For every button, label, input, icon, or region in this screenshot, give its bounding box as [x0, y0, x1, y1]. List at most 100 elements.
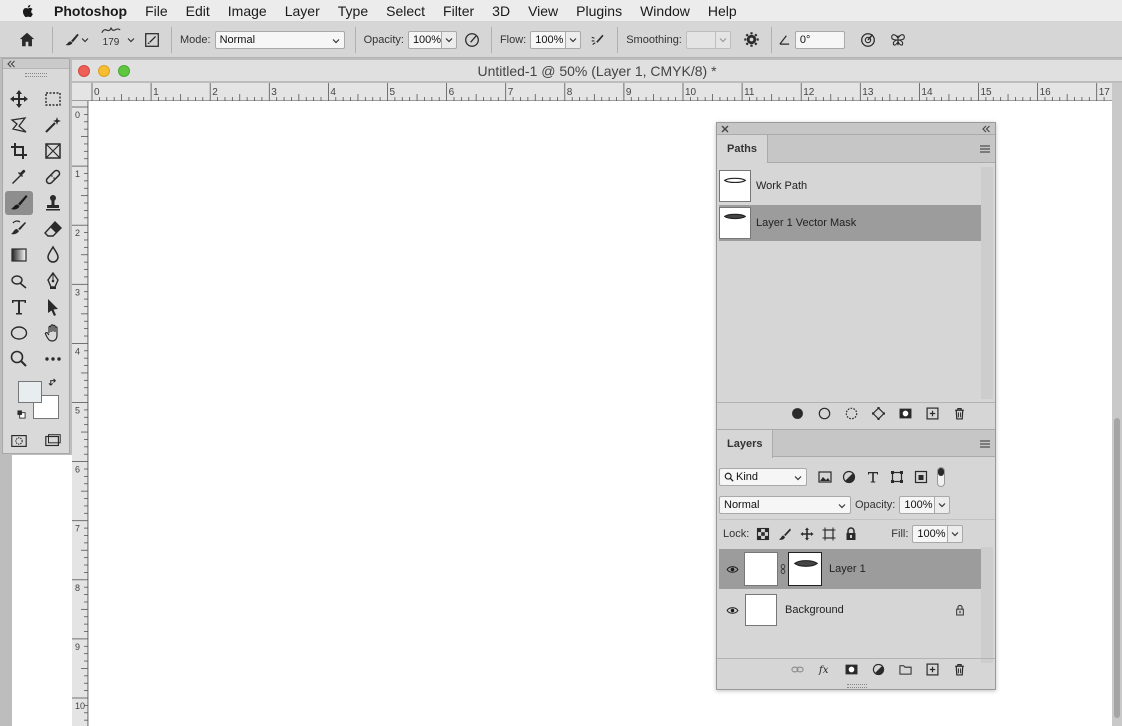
pressure-size-icon[interactable] — [855, 27, 881, 53]
chevron-down-icon[interactable] — [81, 36, 89, 44]
menu-app-name[interactable]: Photoshop — [54, 0, 136, 22]
gradient-tool-icon[interactable] — [5, 243, 33, 267]
quick-mask-icon[interactable] — [7, 429, 31, 453]
filter-toggle-switch[interactable] — [937, 467, 945, 487]
load-path-as-selection-icon[interactable] — [838, 405, 865, 423]
link-layers-icon[interactable] — [784, 661, 811, 679]
menu-3d[interactable]: 3D — [483, 0, 519, 22]
menu-help[interactable]: Help — [699, 0, 746, 22]
layers-scrollbar[interactable] — [981, 547, 993, 663]
collapse-panel-icon[interactable] — [981, 125, 991, 133]
menu-image[interactable]: Image — [219, 0, 276, 22]
menu-type[interactable]: Type — [329, 0, 377, 22]
lock-image-pixels-icon[interactable] — [775, 524, 795, 544]
lock-position-icon[interactable] — [797, 524, 817, 544]
close-icon[interactable] — [721, 125, 729, 133]
history-brush-tool-icon[interactable] — [5, 217, 33, 241]
menu-file[interactable]: File — [136, 0, 177, 22]
make-work-path-icon[interactable] — [865, 405, 892, 423]
smoothing-dropdown[interactable] — [715, 30, 731, 49]
smoothing-input[interactable] — [685, 30, 716, 49]
magic-wand-tool-icon[interactable] — [39, 113, 67, 137]
lock-transparent-pixels-icon[interactable] — [753, 524, 773, 544]
more-tools-icon[interactable] — [39, 347, 67, 371]
lock-all-icon[interactable] — [841, 524, 861, 544]
flow-dropdown[interactable] — [566, 30, 582, 49]
layer-row-background[interactable]: Background — [719, 590, 981, 630]
eyedropper-tool-icon[interactable] — [5, 165, 33, 189]
blur-tool-icon[interactable] — [39, 243, 67, 267]
new-path-icon[interactable] — [919, 405, 946, 423]
fill-dropdown[interactable] — [948, 524, 964, 543]
layer-filter-kind-select[interactable]: Kind — [719, 468, 807, 486]
paths-scrollbar[interactable] — [981, 167, 993, 399]
foreground-color-swatch[interactable] — [18, 381, 42, 403]
tools-panel-grip[interactable] — [25, 73, 47, 77]
collapse-panel-icon[interactable] — [6, 60, 16, 68]
eraser-tool-icon[interactable] — [39, 217, 67, 241]
hand-tool-icon[interactable] — [39, 321, 67, 345]
delete-layer-icon[interactable] — [946, 661, 973, 679]
link-icon[interactable] — [780, 562, 786, 576]
layer-opacity-input[interactable]: 100% — [899, 496, 936, 514]
swap-colors-icon[interactable] — [48, 377, 59, 388]
add-layer-mask-icon[interactable] — [838, 661, 865, 679]
dodge-tool-icon[interactable] — [5, 269, 33, 293]
visibility-eye-icon[interactable] — [719, 565, 745, 574]
path-selection-tool-icon[interactable] — [39, 295, 67, 319]
filter-smart-objects-icon[interactable] — [911, 467, 931, 487]
layer-opacity-dropdown[interactable] — [935, 496, 951, 514]
panel-menu-icon[interactable] — [979, 438, 991, 450]
lock-artboard-icon[interactable] — [819, 524, 839, 544]
menu-edit[interactable]: Edit — [177, 0, 219, 22]
gear-icon[interactable] — [739, 27, 765, 53]
menu-filter[interactable]: Filter — [434, 0, 483, 22]
tab-layers[interactable]: Layers — [717, 430, 774, 458]
filter-adjustment-layers-icon[interactable] — [839, 467, 859, 487]
zoom-tool-icon[interactable] — [5, 347, 33, 371]
opacity-input[interactable]: 100% — [407, 30, 442, 49]
flow-input[interactable]: 100% — [530, 30, 567, 49]
opacity-dropdown[interactable] — [441, 30, 457, 49]
pressure-opacity-icon[interactable] — [459, 27, 485, 53]
vector-mask-thumbnail[interactable] — [788, 552, 822, 586]
ellipse-tool-icon[interactable] — [5, 321, 33, 345]
stroke-path-icon[interactable] — [811, 405, 838, 423]
delete-path-icon[interactable] — [946, 405, 973, 423]
mode-select[interactable]: Normal — [214, 30, 345, 49]
filter-type-layers-icon[interactable] — [863, 467, 883, 487]
new-adjustment-layer-icon[interactable] — [865, 661, 892, 679]
panel-resize-grip[interactable] — [847, 684, 867, 688]
path-item-layer-1-vector-mask[interactable]: Layer 1 Vector Mask — [719, 205, 981, 241]
brush-preset-picker[interactable]: 179 — [97, 24, 125, 56]
home-icon[interactable] — [14, 27, 40, 53]
horizontal-ruler[interactable]: 0 1 2 3 4 5 6 7 8 9 10 11 12 13 14 15 16 17 — [72, 83, 1112, 101]
symmetry-butterfly-icon[interactable] — [885, 27, 911, 53]
move-tool-icon[interactable] — [5, 87, 33, 111]
pen-tool-icon[interactable] — [39, 269, 67, 293]
new-layer-icon[interactable] — [919, 661, 946, 679]
fill-input[interactable]: 100% — [912, 524, 949, 543]
clone-stamp-tool-icon[interactable] — [39, 191, 67, 215]
apple-menu-icon[interactable] — [20, 3, 36, 19]
brush-settings-panel-icon[interactable] — [139, 27, 165, 53]
vertical-ruler[interactable]: 0 1 2 3 4 5 6 7 8 9 10 — [72, 101, 88, 726]
vertical-scrollbar[interactable] — [1112, 83, 1122, 726]
filter-shape-layers-icon[interactable] — [887, 467, 907, 487]
new-group-folder-icon[interactable] — [892, 661, 919, 679]
menu-layer[interactable]: Layer — [276, 0, 329, 22]
screen-mode-icon[interactable] — [41, 429, 65, 453]
menu-plugins[interactable]: Plugins — [567, 0, 631, 22]
frame-tool-icon[interactable] — [39, 139, 67, 163]
menu-view[interactable]: View — [519, 0, 567, 22]
layer-thumbnail[interactable] — [744, 552, 778, 586]
lasso-tool-icon[interactable] — [5, 113, 33, 137]
default-colors-icon[interactable] — [17, 410, 26, 419]
blend-mode-select[interactable]: Normal — [719, 496, 851, 514]
add-mask-icon[interactable] — [892, 405, 919, 423]
layer-thumbnail[interactable] — [745, 594, 777, 626]
scrollbar-thumb[interactable] — [1114, 418, 1120, 718]
layer-row-layer-1[interactable]: Layer 1 — [719, 549, 981, 589]
panel-menu-icon[interactable] — [979, 143, 991, 155]
type-tool-icon[interactable] — [5, 295, 33, 319]
